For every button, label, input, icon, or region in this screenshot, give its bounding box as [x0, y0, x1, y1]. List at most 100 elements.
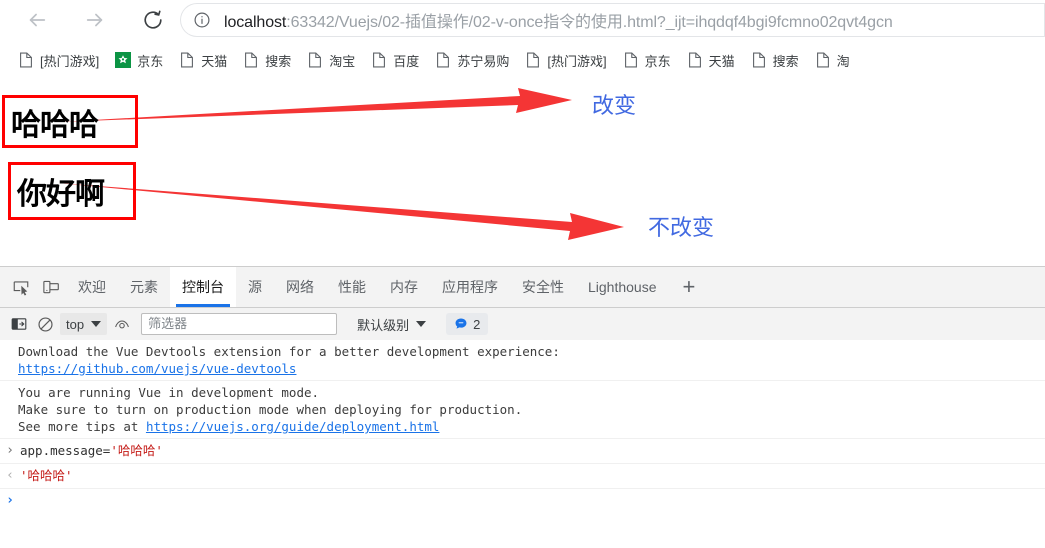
devtools-tab-label: 控制台 [182, 279, 224, 295]
device-toolbar-button[interactable] [36, 267, 66, 307]
device-toolbar-icon [43, 280, 59, 294]
live-expression-eye-icon [115, 320, 129, 329]
devtools-tab[interactable]: 安全性 [510, 267, 576, 307]
devtools-tab[interactable]: 网络 [274, 267, 326, 307]
devtools-tab-label: 欢迎 [78, 279, 106, 295]
page-icon [527, 52, 540, 68]
console-input-code: app.message='哈哈哈' [20, 442, 163, 460]
log-level-value: 默认级别 [357, 317, 410, 333]
devtools-tab[interactable]: 元素 [118, 267, 170, 307]
bookmark-label: [热门游戏] [40, 53, 100, 69]
bookmark-label: 京东 [644, 53, 671, 69]
page-icon [815, 52, 831, 68]
address-bar[interactable]: localhost:63342/Vuejs/02-插值操作/02-v-once指… [180, 3, 1045, 37]
jd-star-icon [118, 55, 128, 64]
devtools-tab-label: 元素 [130, 279, 158, 295]
devtools-tab[interactable]: 性能 [326, 267, 378, 307]
reload-button[interactable] [136, 3, 170, 37]
inspect-element-button[interactable] [6, 267, 36, 307]
arrow-left-icon [29, 13, 46, 27]
devtools-tab-label: Lighthouse [588, 279, 657, 295]
devtools-tab-label: 性能 [338, 279, 366, 295]
annotation-label-change: 改变 [592, 94, 637, 119]
clear-console-button[interactable] [32, 312, 58, 336]
console-message: Download the Vue Devtools extension for … [0, 340, 1045, 381]
page-icon [437, 52, 450, 68]
page-viewport: 哈哈哈 你好啊 改变 不改变 [0, 80, 1045, 266]
page-icon [687, 52, 703, 68]
url-host: localhost [224, 14, 287, 31]
bookmark-label: 搜索 [265, 53, 292, 69]
bookmark-item[interactable]: [热门游戏] [12, 46, 105, 74]
devtools-tab[interactable]: 应用程序 [430, 267, 510, 307]
devtools-tab-label: 内存 [390, 279, 418, 295]
execution-context-selector[interactable]: top [60, 313, 108, 335]
console-message-line: Download the Vue Devtools extension for … [18, 344, 560, 359]
bookmark-item[interactable]: 天猫 [681, 46, 741, 74]
page-icon [373, 52, 386, 68]
execution-context-value: top [66, 316, 85, 332]
bookmark-item[interactable]: 搜索 [745, 46, 805, 74]
bookmark-item[interactable]: 淘 [809, 46, 856, 74]
bookmark-label: 京东 [137, 53, 164, 69]
console-input-arrow-icon: › [6, 443, 14, 458]
console-prompt-arrow-icon: › [6, 493, 14, 508]
url-path: :63342/Vuejs/02-插值操作/02-v-once指令的使用.html… [286, 14, 893, 31]
devtools-tab[interactable]: 欢迎 [66, 267, 118, 307]
page-icon [623, 52, 639, 68]
bookmark-item[interactable]: 京东 [109, 46, 169, 74]
bookmark-label: 淘 [836, 53, 850, 69]
page-icon [435, 52, 451, 68]
console-link[interactable]: https://github.com/vuejs/vue-devtools [18, 361, 296, 376]
console-message: You are running Vue in development mode.… [0, 381, 1045, 439]
devtools-tab[interactable]: Lighthouse [576, 267, 669, 307]
navigation-bar: localhost:63342/Vuejs/02-插值操作/02-v-once指… [0, 0, 1045, 40]
page-icon [309, 52, 322, 68]
page-icon [181, 52, 194, 68]
devtools-tab[interactable]: 内存 [378, 267, 430, 307]
console-message-line: See more tips at [18, 419, 146, 434]
console-filter-input[interactable]: 筛选器 [141, 313, 338, 335]
message-box-unchanged-text: 你好啊 [17, 177, 105, 212]
bookmark-item[interactable]: 淘宝 [301, 46, 361, 74]
page-icon [751, 52, 767, 68]
log-level-selector[interactable]: 默认级别 [351, 313, 432, 335]
bookmark-item[interactable]: [热门游戏] [519, 46, 612, 74]
bookmark-item[interactable]: 苏宁易购 [429, 46, 515, 74]
bookmark-item[interactable]: 天猫 [173, 46, 233, 74]
console-prompt-row[interactable]: › [0, 489, 1045, 513]
console-link[interactable]: https://vuejs.org/guide/deployment.html [146, 419, 440, 434]
message-box-unchanged: 你好啊 [8, 162, 136, 220]
devtools-tab-label: 网络 [286, 279, 314, 295]
message-box-changed: 哈哈哈 [2, 95, 138, 148]
console-output-entry: ‹ '哈哈哈' [0, 464, 1045, 489]
message-count-value: 2 [473, 316, 481, 332]
bookmark-item[interactable]: 京东 [617, 46, 677, 74]
console-output-value: '哈哈哈' [20, 468, 73, 483]
browser-window: localhost:63342/Vuejs/02-插值操作/02-v-once指… [0, 0, 1045, 548]
console-sidebar-button[interactable] [6, 312, 32, 336]
page-icon [688, 52, 701, 68]
console-sidebar-icon [11, 318, 27, 330]
devtools-tab[interactable]: 源 [236, 267, 274, 307]
devtools-tab[interactable]: 控制台 [170, 267, 236, 307]
bookmark-item[interactable]: 搜索 [237, 46, 297, 74]
message-count-badge[interactable]: 2 [446, 313, 489, 335]
console-output-arrow-icon: ‹ [6, 468, 14, 483]
page-icon [371, 52, 387, 68]
devtools-more-tabs-button[interactable]: + [669, 267, 710, 307]
chevron-down-icon [91, 321, 102, 327]
browser-chrome: localhost:63342/Vuejs/02-插值操作/02-v-once指… [0, 0, 1045, 81]
clear-console-icon [37, 316, 53, 332]
forward-button[interactable] [78, 3, 112, 37]
live-expression-button[interactable] [109, 312, 135, 336]
console-input-expression: app.message= [20, 443, 111, 458]
reload-icon [144, 10, 162, 29]
console-output[interactable]: Download the Vue Devtools extension for … [0, 340, 1045, 548]
devtools-tab-label: 安全性 [522, 279, 564, 295]
back-button[interactable] [20, 3, 54, 37]
bookmark-item[interactable]: 百度 [365, 46, 425, 74]
bookmark-label: 天猫 [201, 53, 228, 69]
bookmark-label: [热门游戏] [547, 53, 607, 69]
site-info-icon[interactable] [186, 4, 218, 36]
